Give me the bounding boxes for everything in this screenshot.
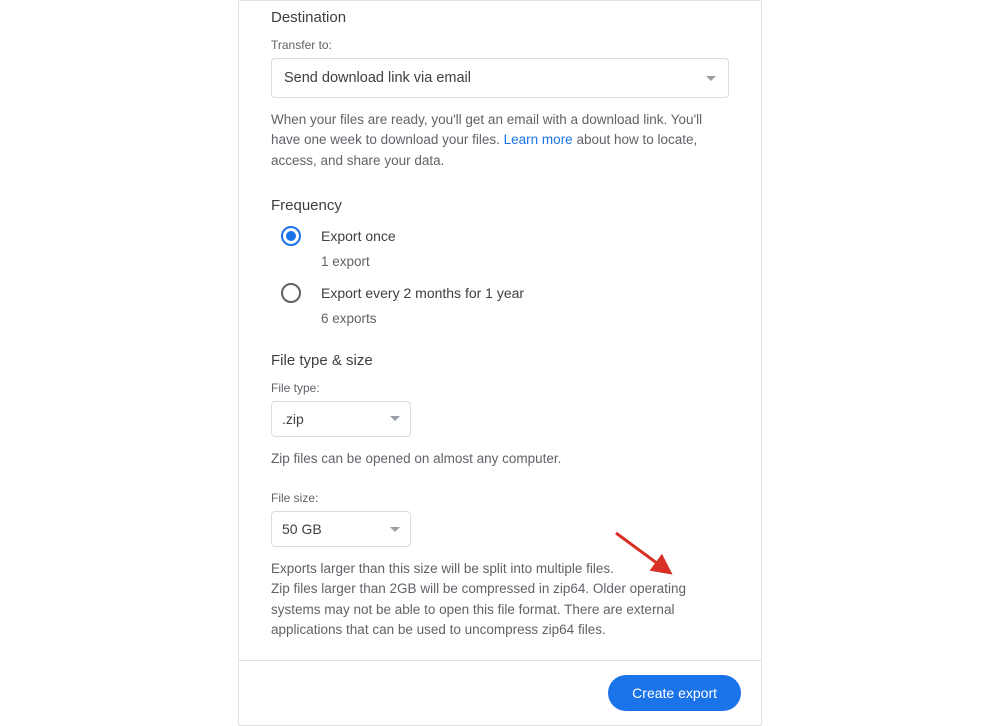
transfer-to-value: Send download link via email <box>284 70 471 86</box>
panel-footer: Create export <box>239 660 761 725</box>
export-settings-panel: Destination Transfer to: Send download l… <box>238 0 762 726</box>
frequency-option-bimonthly[interactable]: Export every 2 months for 1 year <box>271 283 729 303</box>
radio-unselected-icon <box>281 283 301 303</box>
frequency-option-bimonthly-label: Export every 2 months for 1 year <box>321 285 524 301</box>
filetype-title: File type & size <box>271 352 729 369</box>
file-type-label: File type: <box>271 381 729 395</box>
transfer-to-label: Transfer to: <box>271 38 729 52</box>
frequency-option-once-sub: 1 export <box>321 254 729 269</box>
destination-title: Destination <box>271 9 729 26</box>
transfer-to-select[interactable]: Send download link via email <box>271 58 729 98</box>
file-size-select[interactable]: 50 GB <box>271 511 411 547</box>
frequency-option-once[interactable]: Export once <box>271 226 729 246</box>
file-size-help-line1: Exports larger than this size will be sp… <box>271 561 614 576</box>
frequency-option-once-label: Export once <box>321 228 396 244</box>
file-size-value: 50 GB <box>282 521 322 537</box>
frequency-option-bimonthly-sub: 6 exports <box>321 311 729 326</box>
chevron-down-icon <box>706 76 716 81</box>
frequency-option-once-block: Export once 1 export <box>271 226 729 269</box>
radio-selected-icon <box>281 226 301 246</box>
chevron-down-icon <box>390 416 400 421</box>
panel-content: Destination Transfer to: Send download l… <box>239 1 761 640</box>
frequency-option-bimonthly-block: Export every 2 months for 1 year 6 expor… <box>271 283 729 326</box>
destination-help-text: When your files are ready, you'll get an… <box>271 110 729 171</box>
frequency-title: Frequency <box>271 197 729 214</box>
file-size-label: File size: <box>271 491 729 505</box>
file-size-help-line2: Zip files larger than 2GB will be compre… <box>271 581 686 637</box>
file-type-help: Zip files can be opened on almost any co… <box>271 449 729 469</box>
chevron-down-icon <box>390 527 400 532</box>
learn-more-link[interactable]: Learn more <box>504 132 573 147</box>
file-type-value: .zip <box>282 411 304 427</box>
file-type-select[interactable]: .zip <box>271 401 411 437</box>
create-export-button[interactable]: Create export <box>608 675 741 711</box>
